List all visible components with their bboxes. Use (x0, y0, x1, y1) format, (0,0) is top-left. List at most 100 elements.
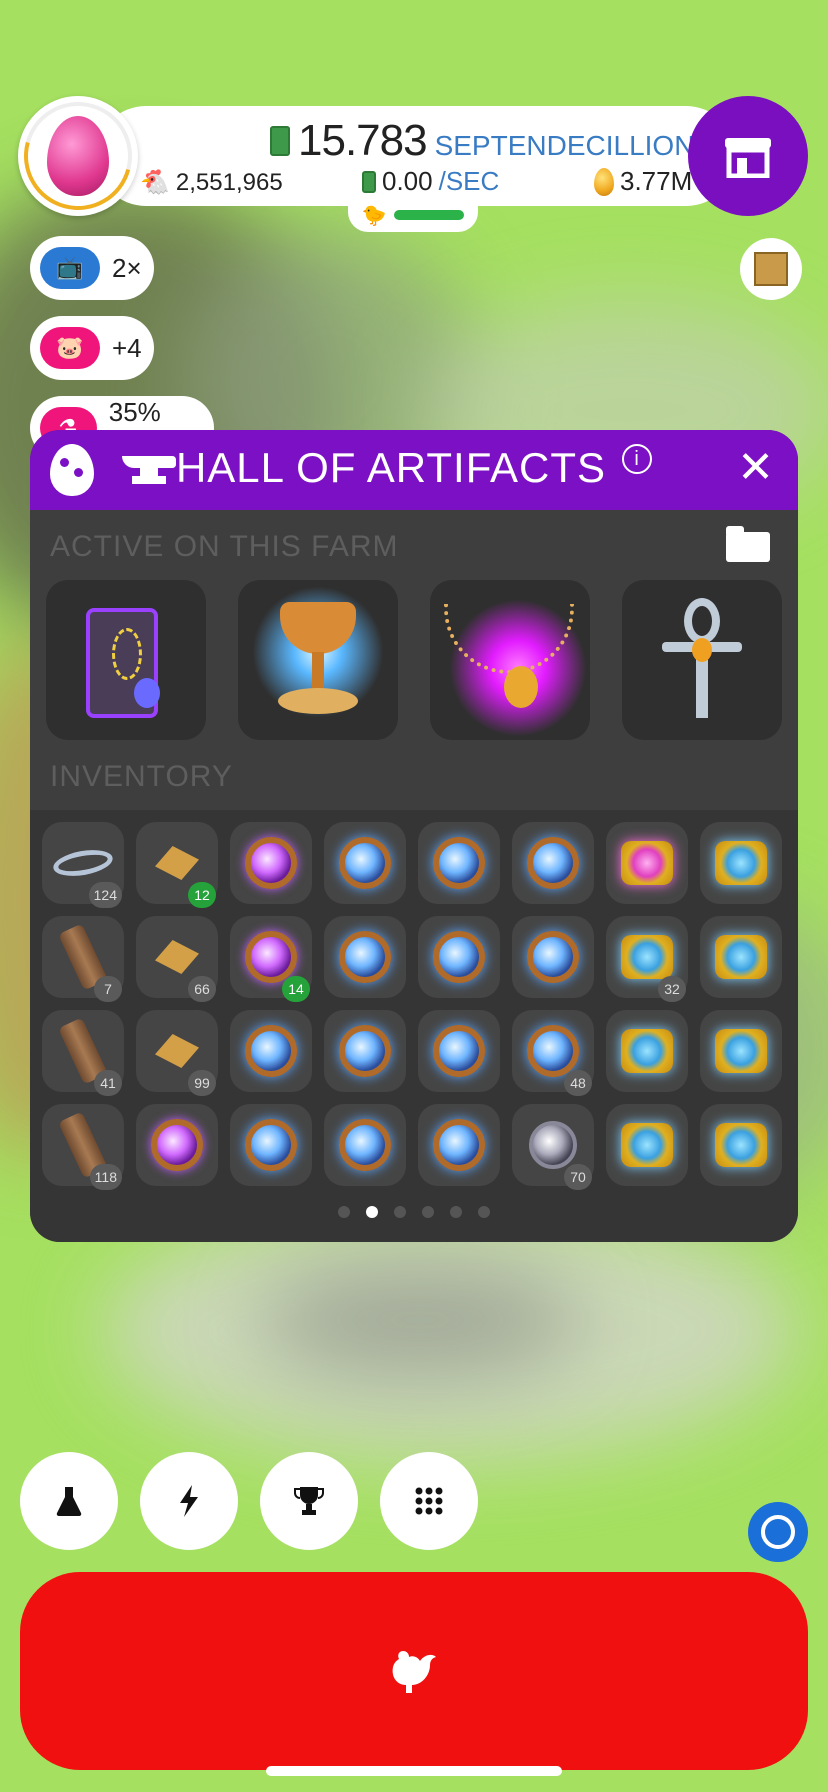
tachyon-deflector-icon (155, 1034, 199, 1068)
chalice-icon (238, 580, 398, 740)
lunar-stone-icon (527, 837, 579, 889)
inventory-item-lunar-stone[interactable]: 48 (512, 1010, 594, 1096)
camera-button[interactable] (748, 1502, 808, 1562)
active-artifacts (46, 580, 782, 740)
item-count-badge: 124 (88, 882, 122, 908)
inventory-item-lunar-stone[interactable] (418, 1104, 500, 1186)
lunar-stone-icon (339, 1119, 391, 1171)
inventory-item-lunar-stone[interactable] (324, 1010, 406, 1092)
inventory-item-ship-totem[interactable] (700, 1010, 782, 1092)
inventory-item-lunar-stone[interactable] (418, 916, 500, 998)
item-count-badge: 14 (282, 976, 310, 1002)
inventory-item-lunar-stone[interactable] (324, 822, 406, 904)
ship-totem-pink-icon (621, 841, 673, 885)
chicken-count-value: 2,551,965 (175, 168, 283, 196)
rate-value: 0.00 (382, 166, 433, 196)
tv-icon: 📺 (40, 247, 100, 289)
inventory-item-scroll[interactable]: 7 (42, 916, 124, 1002)
inventory-item-lunar-stone[interactable] (230, 1104, 312, 1186)
menu-button[interactable] (380, 1452, 478, 1550)
inventory-item-ship-totem[interactable] (606, 1104, 688, 1186)
lunar-stone-icon (339, 931, 391, 983)
inventory-item-ship-totem-pink[interactable] (606, 822, 688, 904)
golden-egg-icon (594, 167, 614, 196)
artifacts-panel: HALL OF ARTIFACTS i ✕ ACTIVE ON THIS FARM… (30, 430, 798, 1242)
ship-totem-icon (715, 1029, 767, 1073)
lunar-stone-icon (433, 837, 485, 889)
ship-totem-icon (621, 1029, 673, 1073)
page-indicator (30, 1206, 798, 1218)
item-count-badge: 118 (89, 1164, 122, 1190)
inventory-item-scroll[interactable]: 41 (42, 1010, 124, 1096)
boost-button[interactable] (140, 1452, 238, 1550)
cash-icon (270, 126, 290, 156)
inventory-item-gusset[interactable]: 124 (42, 822, 124, 908)
page-dot[interactable] (422, 1206, 434, 1218)
inventory-item-ship-totem[interactable] (700, 916, 782, 998)
prophecy-stone-icon (245, 931, 297, 983)
trophy-icon (294, 1487, 324, 1515)
page-dot[interactable] (394, 1206, 406, 1218)
inventory-item-prophecy-stone[interactable] (230, 822, 312, 904)
hatch-chicken-button[interactable] (20, 1572, 808, 1770)
trophy-button[interactable] (260, 1452, 358, 1550)
inventory-item-lunar-stone[interactable] (324, 916, 406, 998)
folder-icon[interactable] (726, 526, 770, 562)
research-button[interactable] (20, 1452, 118, 1550)
current-egg-button[interactable] (4, 82, 152, 230)
item-count-badge: 12 (188, 882, 216, 908)
close-icon[interactable]: ✕ (737, 446, 774, 490)
inventory-item-lunar-stone[interactable] (230, 1010, 312, 1092)
rate-unit: /SEC (438, 166, 500, 196)
inventory-item-tachyon-deflector[interactable]: 66 (136, 916, 218, 1002)
inventory-item-ship-totem[interactable] (700, 822, 782, 904)
active-slot-necklace[interactable] (430, 580, 590, 740)
inventory-item-ship-totem[interactable] (700, 1104, 782, 1186)
prophecy-stone-icon (151, 1119, 203, 1171)
inventory-item-lunar-stone[interactable] (418, 1010, 500, 1092)
inventory-item-scroll[interactable]: 118 (42, 1104, 124, 1190)
boost-label: 2× (112, 252, 142, 283)
silver-stone-icon (529, 1121, 577, 1169)
ship-totem-icon (715, 935, 767, 979)
item-count-badge: 66 (188, 976, 216, 1002)
page-dot[interactable] (338, 1206, 350, 1218)
active-slot-puzzle-cube[interactable] (46, 580, 206, 740)
chick-icon: 🐤 (361, 204, 387, 227)
inventory-item-lunar-stone[interactable] (512, 916, 594, 998)
inventory-item-tachyon-deflector[interactable]: 99 (136, 1010, 218, 1096)
video-boost-pill[interactable]: 📺 2× (30, 236, 154, 300)
lunar-stone-icon (339, 837, 391, 889)
inventory-item-lunar-stone[interactable] (418, 822, 500, 904)
page-dot[interactable] (478, 1206, 490, 1218)
page-dot[interactable] (450, 1206, 462, 1218)
crate-button[interactable] (740, 238, 802, 300)
inventory-section-label: INVENTORY (50, 760, 233, 793)
active-slot-ankh[interactable] (622, 580, 782, 740)
piggy-boost-pill[interactable]: 🐷 +4 (30, 316, 154, 380)
chicken-icon (392, 1651, 436, 1693)
inventory-item-ship-totem[interactable] (606, 1010, 688, 1092)
lunar-stone-icon (245, 1119, 297, 1171)
info-icon[interactable]: i (622, 444, 653, 474)
inventory-item-ship-totem[interactable]: 32 (606, 916, 688, 1002)
boost-label: +4 (112, 332, 142, 363)
hab-capacity: 🐤 (348, 198, 478, 232)
golden-eggs: 3.77M (594, 166, 692, 197)
golden-eggs-value: 3.77M (620, 166, 693, 196)
lunar-stone-icon (527, 1025, 579, 1077)
inventory-item-lunar-stone[interactable] (324, 1104, 406, 1186)
item-count-badge: 48 (564, 1070, 592, 1096)
inventory-item-prophecy-stone[interactable]: 14 (230, 916, 312, 1002)
shop-button[interactable] (688, 96, 808, 216)
inventory-item-prophecy-stone[interactable] (136, 1104, 218, 1186)
page-dot[interactable] (366, 1206, 378, 1218)
inventory-item-tachyon-deflector[interactable]: 12 (136, 822, 218, 908)
inventory-item-lunar-stone[interactable] (512, 822, 594, 904)
flask-icon (56, 1487, 82, 1517)
ship-totem-icon (715, 1123, 767, 1167)
chicken-icon: 🐔 (140, 169, 170, 196)
inventory-item-silver-stone[interactable]: 70 (512, 1104, 594, 1190)
ankh-icon (662, 598, 742, 722)
active-slot-chalice[interactable] (238, 580, 398, 740)
